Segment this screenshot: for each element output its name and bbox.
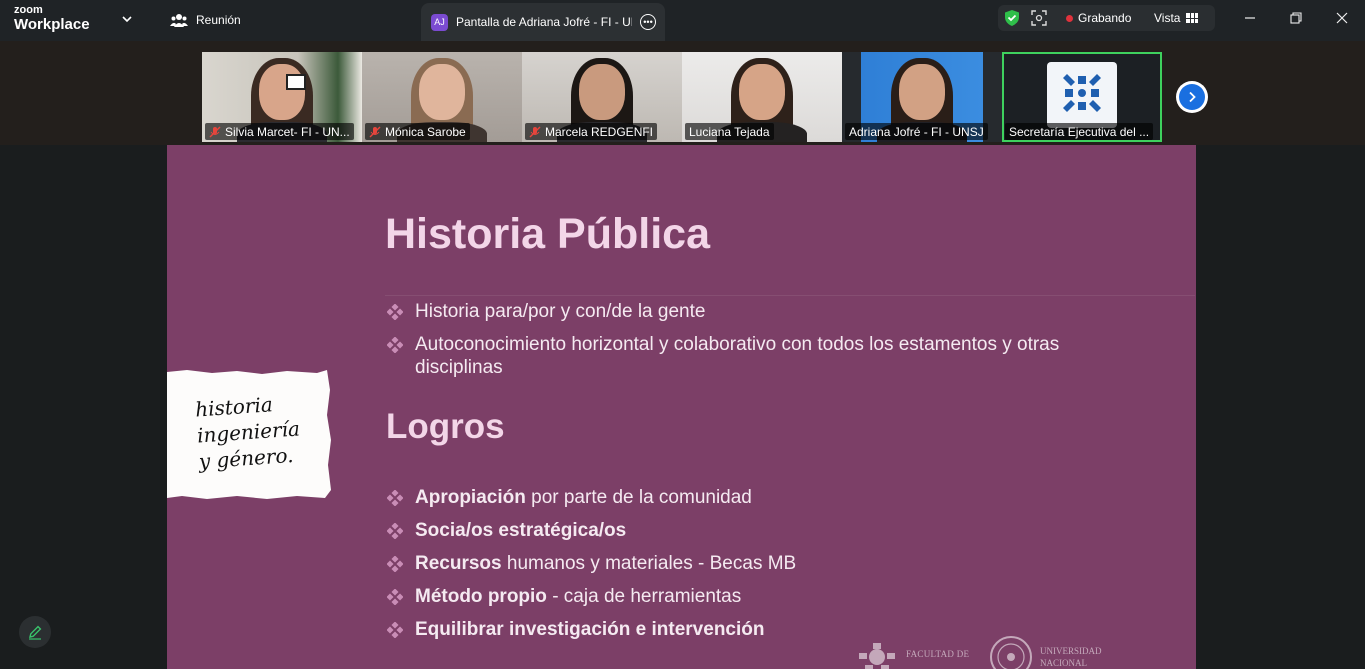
wall-picture: [286, 74, 306, 90]
participant-name: Marcela REDGENFI: [545, 124, 654, 139]
bullet-bold: Método propio: [415, 586, 547, 607]
app-logo[interactable]: zoom Workplace: [14, 4, 90, 33]
participant-face: [739, 64, 785, 120]
view-button[interactable]: Vista: [1154, 11, 1199, 25]
scan-icon[interactable]: [1031, 10, 1047, 26]
participant-tile[interactable]: Mónica Sarobe: [362, 52, 522, 142]
bullet-diamond-icon: [387, 337, 403, 353]
bullet-diamond-icon: [387, 556, 403, 572]
bullet-list-intro: Historia para/por y con/de la gente Auto…: [387, 300, 1147, 389]
meeting-menu[interactable]: Reunión: [170, 12, 241, 28]
record-dot-icon: [1066, 14, 1073, 22]
organization-logo-icon: [1063, 74, 1101, 112]
shield-check-icon[interactable]: [1004, 9, 1020, 27]
participant-tile[interactable]: Marcela REDGENFI: [522, 52, 682, 142]
people-icon: [170, 14, 188, 27]
participant-tile[interactable]: Silvia Marcet- FI - UN...: [202, 52, 362, 142]
university-line: NACIONAL: [1040, 658, 1087, 668]
participant-name: Mónica Sarobe: [385, 124, 466, 139]
list-item: Recursos humanos y materiales - Becas MB: [387, 552, 987, 575]
participant-avatar: [1047, 62, 1117, 128]
participant-name-tag: Silvia Marcet- FI - UN...: [205, 123, 354, 140]
bullet-text: humanos y materiales - Becas MB: [501, 553, 797, 574]
participant-tile-active[interactable]: Secretaría Ejecutiva del ...: [1002, 52, 1162, 142]
participant-name-tag: Secretaría Ejecutiva del ...: [1005, 123, 1154, 140]
participant-face: [259, 64, 305, 120]
participant-face: [419, 64, 465, 120]
share-avatar: AJ: [431, 13, 448, 31]
list-item: Método propio - caja de herramientas: [387, 585, 987, 608]
bullet-diamond-icon: [387, 589, 403, 605]
status-box: Grabando Vista: [998, 5, 1215, 31]
shared-screen: Historia Pública Historia para/por y con…: [0, 145, 1365, 669]
university-seal-icon: [990, 636, 1032, 669]
participant-name-tag: Mónica Sarobe: [365, 123, 470, 140]
restore-button[interactable]: [1284, 8, 1308, 28]
slide-divider: [385, 295, 1195, 296]
bullet-text: Historia para/por y con/de la gente: [415, 301, 706, 322]
bullet-diamond-icon: [387, 622, 403, 638]
bullet-diamond-icon: [387, 490, 403, 506]
bullet-list-achievements: Apropiación por parte de la comunidad So…: [387, 486, 987, 651]
more-icon[interactable]: •••: [640, 14, 656, 30]
list-item: Apropiación por parte de la comunidad: [387, 486, 987, 509]
participant-name: Adriana Jofré - FI - UNSJ: [849, 124, 984, 139]
bullet-bold: Socia/os estratégica/os: [415, 520, 627, 541]
minimize-icon: [1245, 17, 1255, 19]
bullet-diamond-icon: [387, 304, 403, 320]
recording-label: Grabando: [1078, 11, 1132, 25]
participant-face: [899, 64, 945, 120]
institution-logos: FACULTAD DE UNIVERSIDAD NACIONAL: [851, 635, 1111, 669]
bullet-bold: Apropiación: [415, 487, 526, 508]
mic-muted-icon: [529, 126, 541, 137]
view-label: Vista: [1154, 11, 1181, 25]
slide-subtitle: Logros: [386, 407, 505, 446]
mic-muted-icon: [209, 126, 221, 137]
participant-name-tag: Luciana Tejada: [685, 123, 774, 140]
university-line: UNIVERSIDAD: [1040, 646, 1102, 656]
top-bar: zoom Workplace Reunión AJ Pantalla de Ad…: [0, 0, 1365, 41]
grid-icon: [1186, 13, 1199, 23]
minimize-button[interactable]: [1238, 8, 1262, 28]
slide-title: Historia Pública: [385, 210, 710, 258]
mic-muted-icon: [369, 126, 381, 137]
participant-tile[interactable]: Luciana Tejada: [682, 52, 842, 142]
brand-top: zoom: [14, 4, 43, 16]
list-item: Autoconocimiento horizontal y colaborati…: [387, 333, 1147, 379]
share-tab[interactable]: AJ Pantalla de Adriana Jofré - FI - UN •…: [421, 3, 665, 41]
participant-name: Luciana Tejada: [689, 124, 770, 139]
recording-indicator[interactable]: Grabando: [1066, 11, 1131, 25]
handwritten-logo-text: historia ingeniería y género.: [194, 390, 302, 475]
close-icon: [1336, 12, 1348, 24]
bullet-bold: Equilibrar investigación e intervención: [415, 619, 765, 640]
participant-name-tag: Marcela REDGENFI: [525, 123, 658, 140]
bullet-bold: Recursos: [415, 553, 502, 574]
next-page-button[interactable]: [1176, 81, 1208, 113]
participant-name: Silvia Marcet- FI - UN...: [225, 124, 350, 139]
university-logo-text: UNIVERSIDAD NACIONAL: [1040, 645, 1102, 669]
video-strip: Silvia Marcet- FI - UN... Mónica Sarobe …: [0, 41, 1365, 145]
bullet-text: por parte de la comunidad: [525, 487, 752, 508]
bullet-text: Autoconocimiento horizontal y colaborati…: [415, 334, 1060, 378]
faculty-logo-text: FACULTAD DE: [906, 649, 970, 659]
list-item: Socia/os estratégica/os: [387, 519, 987, 542]
participant-face: [579, 64, 625, 120]
presentation-slide: Historia Pública Historia para/por y con…: [167, 145, 1196, 669]
participant-name-tag: Adriana Jofré - FI - UNSJ: [845, 123, 988, 140]
bullet-diamond-icon: [387, 523, 403, 539]
share-tab-title: Pantalla de Adriana Jofré - FI - UN: [456, 15, 632, 29]
participant-tile[interactable]: Adriana Jofré - FI - UNSJ: [842, 52, 1002, 142]
bullet-text: - caja de herramientas: [546, 586, 742, 607]
chevron-right-icon: [1189, 91, 1196, 103]
restore-icon: [1290, 12, 1302, 24]
annotate-button[interactable]: [19, 616, 51, 648]
meeting-label: Reunión: [196, 13, 241, 27]
participant-name: Secretaría Ejecutiva del ...: [1009, 124, 1150, 139]
brand-bottom: Workplace: [14, 16, 90, 33]
chevron-down-icon[interactable]: [120, 12, 134, 26]
faculty-logo-icon: [859, 643, 895, 669]
pencil-icon: [29, 625, 42, 640]
list-item: Historia para/por y con/de la gente: [387, 300, 1147, 323]
close-button[interactable]: [1330, 8, 1354, 28]
